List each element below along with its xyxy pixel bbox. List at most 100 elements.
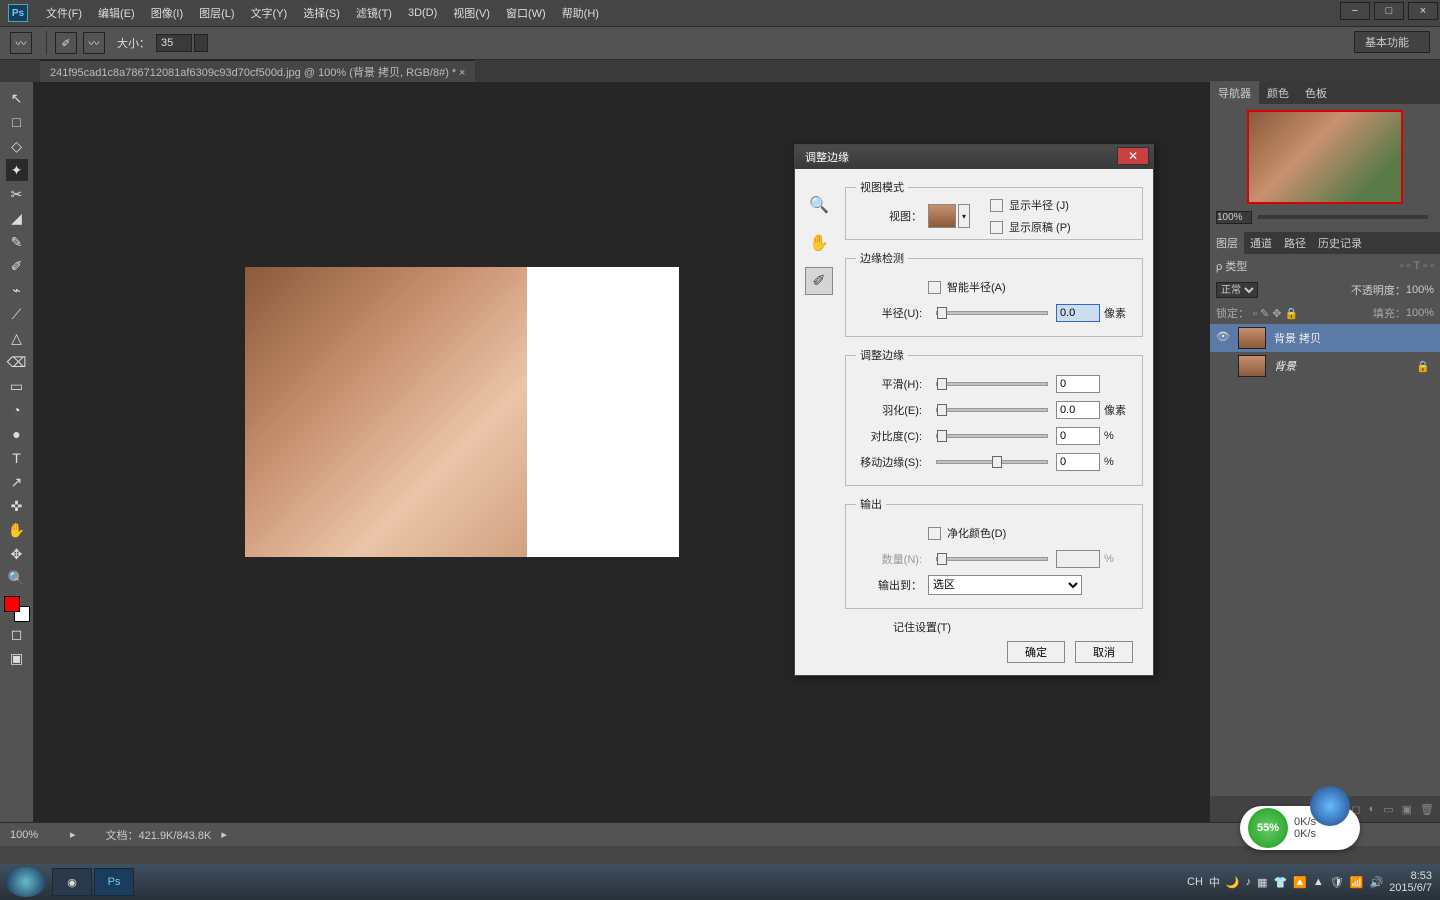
hand-tool[interactable]: ✋ — [6, 519, 28, 541]
view-dropdown[interactable]: ▾ — [958, 204, 970, 228]
tab-paths[interactable]: 路径 — [1278, 231, 1312, 255]
menu-edit[interactable]: 编辑(E) — [90, 2, 143, 24]
visibility-icon[interactable] — [1216, 358, 1232, 374]
zoom-tool[interactable]: 🔍 — [6, 567, 28, 589]
window-minimize-button[interactable]: − — [1340, 2, 1370, 20]
current-tool-icon[interactable]: 〰 — [10, 32, 32, 54]
radius-slider[interactable] — [936, 311, 1048, 315]
shift-slider[interactable] — [936, 460, 1048, 464]
brush-size-input[interactable] — [156, 34, 192, 52]
dialog-zoom-tool[interactable]: 🔍 — [805, 191, 833, 219]
tab-swatches[interactable]: 色板 — [1297, 81, 1335, 105]
healing-tool[interactable]: ✎ — [6, 231, 28, 253]
smart-radius-checkbox[interactable] — [928, 281, 941, 294]
dialog-hand-tool[interactable]: ✋ — [805, 229, 833, 257]
tray-icon[interactable]: ♪ — [1246, 876, 1252, 888]
tab-channels[interactable]: 通道 — [1244, 231, 1278, 255]
start-button[interactable] — [6, 867, 46, 897]
opacity-value[interactable]: 100% — [1406, 284, 1434, 296]
ok-button[interactable]: 确定 — [1007, 641, 1065, 663]
task-icon-ps[interactable]: Ps — [94, 868, 134, 896]
quickmask-toggle[interactable]: ◻ — [6, 623, 28, 645]
show-original-checkbox[interactable] — [990, 221, 1003, 234]
menu-view[interactable]: 视图(V) — [445, 2, 498, 24]
shape-tool[interactable]: ✜ — [6, 495, 28, 517]
ime-indicator[interactable]: CH — [1187, 876, 1203, 888]
trash-icon[interactable]: 🗑 — [1420, 803, 1434, 816]
clock[interactable]: 8:532015/6/7 — [1389, 870, 1432, 894]
color-swatches[interactable] — [4, 596, 30, 622]
layer-thumbnail[interactable] — [1238, 327, 1266, 349]
tab-history[interactable]: 历史记录 — [1312, 231, 1368, 255]
fill-value[interactable]: 100% — [1406, 307, 1434, 319]
move-tool[interactable]: ↖ — [6, 87, 28, 109]
menu-3d[interactable]: 3D(D) — [400, 4, 445, 22]
menu-layer[interactable]: 图层(L) — [191, 2, 242, 24]
document-tab[interactable]: 241f95cad1c8a786712081af6309c93d70cf500d… — [40, 60, 475, 83]
menu-file[interactable]: 文件(F) — [38, 2, 90, 24]
layer-name[interactable]: 背景 拷贝 — [1274, 330, 1321, 346]
tray-icon[interactable]: 👕 — [1274, 876, 1288, 889]
brush-edge-icon[interactable]: 〰 — [83, 32, 105, 54]
contrast-slider[interactable] — [936, 434, 1048, 438]
lasso-tool[interactable]: ◇ — [6, 135, 28, 157]
stamp-tool[interactable]: ⌁ — [6, 279, 28, 301]
marquee-tool[interactable]: □ — [6, 111, 28, 133]
crop-tool[interactable]: ✂ — [6, 183, 28, 205]
output-select[interactable]: 选区 — [928, 575, 1082, 595]
cancel-button[interactable]: 取消 — [1075, 641, 1133, 663]
rotate-tool[interactable]: ✥ — [6, 543, 28, 565]
eyedropper-tool[interactable]: ◢ — [6, 207, 28, 229]
workspace-switcher[interactable]: 基本功能 — [1354, 31, 1430, 53]
dodge-tool[interactable]: ◔ — [6, 399, 28, 421]
radius-input[interactable] — [1056, 304, 1100, 322]
tray-icon[interactable]: 中 — [1209, 874, 1220, 890]
brush-tool[interactable]: ✐ — [6, 255, 28, 277]
menu-help[interactable]: 帮助(H) — [554, 2, 607, 24]
tray-icon[interactable]: 🛡 — [1330, 876, 1344, 889]
smooth-input[interactable] — [1056, 375, 1100, 393]
network-widget[interactable]: 55% 0K/s0K/s — [1240, 806, 1360, 850]
menu-type[interactable]: 文字(Y) — [243, 2, 296, 24]
status-arrow-icon[interactable]: ▸ — [70, 828, 76, 841]
dialog-close-button[interactable]: ✕ — [1117, 147, 1149, 165]
tab-layers[interactable]: 图层 — [1210, 231, 1244, 255]
feather-input[interactable] — [1056, 401, 1100, 419]
tray-icon[interactable]: ▦ — [1257, 876, 1267, 889]
contrast-input[interactable] — [1056, 427, 1100, 445]
document-canvas[interactable] — [245, 267, 679, 557]
group-icon[interactable]: ▭ — [1383, 803, 1393, 816]
visibility-icon[interactable]: 👁 — [1216, 330, 1232, 346]
tray-icon[interactable]: 📶 — [1350, 876, 1364, 889]
gradient-tool[interactable]: ⌫ — [6, 351, 28, 373]
brush-preset-icon[interactable]: ✐ — [55, 32, 77, 54]
path-select-tool[interactable]: ↗ — [6, 471, 28, 493]
tab-navigator[interactable]: 导航器 — [1210, 81, 1259, 105]
dialog-title-bar[interactable]: 调整边缘 ✕ — [795, 145, 1153, 169]
dialog-refine-brush-tool[interactable]: ✐ — [805, 267, 833, 295]
adjustment-icon[interactable]: ◐ — [1369, 803, 1376, 815]
brush-size-dropdown[interactable] — [194, 34, 208, 52]
blend-mode-select[interactable]: 正常 — [1216, 282, 1258, 298]
menu-window[interactable]: 窗口(W) — [498, 2, 554, 24]
navigator-thumbnail[interactable] — [1247, 110, 1403, 204]
tray-icon[interactable]: 🔊 — [1369, 876, 1383, 889]
pen-tool[interactable]: ● — [6, 423, 28, 445]
navigator-zoom-input[interactable] — [1216, 211, 1252, 224]
type-tool[interactable]: T — [6, 447, 28, 469]
tray-icon[interactable]: 🌙 — [1226, 876, 1240, 889]
screenmode-toggle[interactable]: ▣ — [6, 647, 28, 669]
menu-select[interactable]: 选择(S) — [295, 2, 348, 24]
view-swatch[interactable] — [928, 204, 956, 228]
show-radius-checkbox[interactable] — [990, 199, 1003, 212]
layer-row[interactable]: 背景 🔒 — [1210, 352, 1440, 380]
status-arrow-icon[interactable]: ▸ — [221, 828, 227, 841]
decontaminate-checkbox[interactable] — [928, 527, 941, 540]
layer-thumbnail[interactable] — [1238, 355, 1266, 377]
task-icon[interactable]: ◉ — [52, 868, 92, 896]
blur-tool[interactable]: ▭ — [6, 375, 28, 397]
window-close-button[interactable]: × — [1408, 2, 1438, 20]
shift-input[interactable] — [1056, 453, 1100, 471]
menu-image[interactable]: 图像(I) — [143, 2, 191, 24]
tray-icon[interactable]: 🔼 — [1293, 876, 1307, 889]
